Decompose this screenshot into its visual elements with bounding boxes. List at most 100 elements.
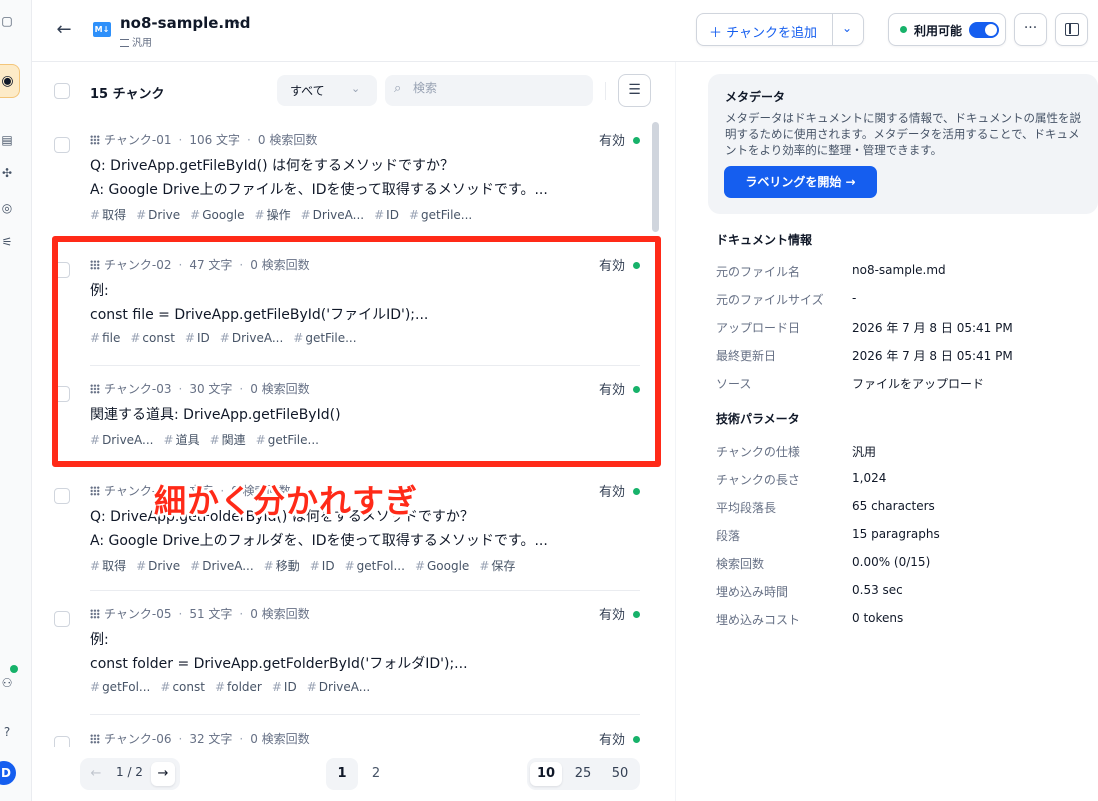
- chunk-checkbox[interactable]: [54, 736, 70, 747]
- chunk-status-text: 有効: [598, 485, 625, 500]
- chunk-status-text: 有効: [598, 733, 625, 747]
- start-labeling-button[interactable]: ラベリングを開始 →: [724, 166, 877, 198]
- chunk-grid-icon: [90, 734, 100, 744]
- chunk-meta: チャンク-01 · 106 文字 · 0 検索回数: [90, 131, 317, 148]
- select-all-checkbox[interactable]: [54, 83, 70, 99]
- workflow-icon[interactable]: ⚇: [0, 676, 14, 690]
- more-options-button[interactable]: ···: [1014, 13, 1047, 46]
- next-page-arrow-icon[interactable]: →: [151, 762, 175, 786]
- file-title[interactable]: no8-sample.md: [120, 14, 250, 32]
- chunk-meta: チャンク-05 · 51 文字 · 0 検索回数: [90, 605, 310, 622]
- chunk-status: 有効: [599, 604, 640, 623]
- search-box[interactable]: ⌕: [385, 75, 593, 106]
- doc-info-value: -: [852, 291, 857, 305]
- annotation-text: 細かく分かれすぎ: [154, 482, 419, 520]
- avatar[interactable]: D: [0, 761, 16, 785]
- doc-info-value: 2026 年 7 月 8 日 05:41 PM: [852, 321, 1013, 335]
- status-dot: [633, 488, 640, 495]
- document-icon[interactable]: ▤: [0, 133, 14, 147]
- tech-param-key: 平均段落長: [716, 501, 777, 515]
- plugin-icon[interactable]: ✣: [0, 166, 14, 180]
- page-size-selector: 10 25 50: [527, 758, 640, 790]
- search-input[interactable]: [413, 81, 583, 95]
- chunk-item[interactable]: チャンク-01 · 106 文字 · 0 検索回数 有効 Q: DriveApp.get…: [50, 122, 640, 230]
- chunk-tags: 取得 Drive DriveA... 移動 ID getFol... Google 保存: [90, 557, 525, 574]
- add-chunk-button[interactable]: ＋ チャンクを追加 ⌄: [696, 13, 864, 46]
- doc-info-key: アップロード日: [716, 321, 801, 335]
- help-icon[interactable]: ?: [0, 725, 14, 739]
- target-icon[interactable]: ◎: [0, 201, 14, 215]
- doc-info-key: ソース: [716, 377, 752, 391]
- keyword-tag: const: [160, 680, 205, 694]
- list-scrollbar[interactable]: [652, 122, 659, 232]
- tech-param-key: 段落: [716, 529, 741, 543]
- tech-param-key: 埋め込み時間: [716, 585, 789, 599]
- list-view-toggle-button[interactable]: ☰: [618, 74, 651, 107]
- side-panel-toggle-button[interactable]: [1055, 13, 1088, 46]
- add-chunk-dropdown-icon[interactable]: ⌄: [842, 21, 852, 35]
- metadata-title: メタデータ: [725, 90, 786, 104]
- tech-param-value: 0.00% (0/15): [852, 555, 931, 569]
- doc-info-title: ドキュメント情報: [716, 233, 813, 247]
- settings-sliders-icon[interactable]: ⚟: [0, 235, 14, 249]
- chunk-status-text: 有効: [598, 608, 625, 623]
- chunk-count: 15 チャンク: [90, 87, 165, 102]
- doc-info-key: 元のファイルサイズ: [716, 293, 824, 307]
- status-filter-select[interactable]: すべて ⌄: [277, 75, 377, 106]
- left-rail: ▢ ◉ ▤ ✣ ◎ ⚟ ⚇ ? D: [0, 0, 32, 801]
- status-dot: [900, 26, 907, 33]
- chunk-item[interactable]: チャンク-06 · 32 文字 · 0 検索回数 有効: [50, 721, 640, 747]
- keyword-tag: ID: [310, 559, 335, 573]
- add-chunk-label: ＋ チャンクを追加: [709, 22, 817, 41]
- page-size-option[interactable]: 10: [530, 762, 562, 786]
- dot-separator: ·: [239, 607, 244, 621]
- page-number-2[interactable]: 2: [360, 758, 392, 790]
- page-size-option[interactable]: 25: [567, 762, 599, 786]
- add-chunk-text: チャンクを追加: [726, 26, 818, 41]
- online-indicator: [10, 665, 18, 673]
- chunk-item[interactable]: チャンク-05 · 51 文字 · 0 検索回数 有効 例: const folder …: [50, 596, 640, 704]
- tech-param-value: 65 characters: [852, 499, 935, 513]
- chunk-text-line: A: Google Drive上のファイルを、IDを使って取得するメソッドです。…: [90, 182, 548, 198]
- page-indicator: 1 / 2: [116, 765, 143, 779]
- keyword-tag: Google: [415, 559, 469, 573]
- back-arrow-icon[interactable]: ←: [52, 18, 76, 42]
- doc-info-key: 最終更新日: [716, 349, 777, 363]
- chevron-down-icon: ⌄: [351, 82, 361, 95]
- keyword-tag: Drive: [136, 559, 180, 573]
- chunk-checkbox[interactable]: [54, 488, 70, 504]
- chunk-grid-icon: [90, 609, 100, 619]
- keyword-tag: DriveA...: [190, 559, 254, 573]
- keyword-tag: 移動: [264, 559, 300, 573]
- availability-toggle-button[interactable]: 利用可能: [888, 13, 1006, 46]
- tech-param-key: チャンクの長さ: [716, 473, 800, 487]
- metadata-card: メタデータ メタデータはドキュメントに関する情報で、ドキュメントの属性を説明する…: [708, 74, 1098, 214]
- keyword-tag: 取得: [90, 208, 126, 222]
- robot-app-icon[interactable]: ◉: [0, 64, 20, 98]
- keyword-tag: ID: [374, 208, 399, 222]
- availability-toggle[interactable]: [969, 22, 999, 38]
- page-size-option[interactable]: 50: [604, 762, 636, 786]
- button-divider: [832, 14, 833, 45]
- chunk-char-count: 32 文字: [189, 732, 233, 746]
- plus-icon: ＋: [709, 26, 723, 41]
- page-number-1[interactable]: 1: [326, 758, 358, 790]
- pagination-arrows: ← 1 / 2 →: [80, 758, 180, 790]
- chunk-status: 有効: [599, 481, 640, 500]
- chevron-down-icon[interactable]: ⌄: [232, 14, 242, 28]
- prev-page-arrow-icon[interactable]: ←: [84, 762, 108, 786]
- chunk-text-line: A: Google Drive上のフォルダを、IDを使って取得するメソッドです。…: [90, 533, 548, 549]
- dot-separator: ·: [178, 607, 183, 621]
- chunk-checkbox[interactable]: [54, 611, 70, 627]
- chunk-status: 有効: [599, 130, 640, 149]
- status-dot: [633, 736, 640, 743]
- highlight-box: [52, 236, 661, 467]
- chunk-id: チャンク-05: [104, 607, 172, 621]
- tech-param-value: 1,024: [852, 471, 887, 485]
- chunk-checkbox[interactable]: [54, 137, 70, 153]
- chunk-meta: チャンク-06 · 32 文字 · 0 検索回数: [90, 730, 310, 747]
- window-icon[interactable]: ▢: [0, 14, 14, 28]
- page-header: ← M↓ no8-sample.md ⌄ 汎用 ＋ チャンクを追加 ⌄ 利用可能…: [32, 0, 1098, 62]
- chunk-retrieval-count: 0 検索回数: [250, 732, 310, 746]
- chunk-tags: getFol... const folder ID DriveA...: [90, 680, 380, 694]
